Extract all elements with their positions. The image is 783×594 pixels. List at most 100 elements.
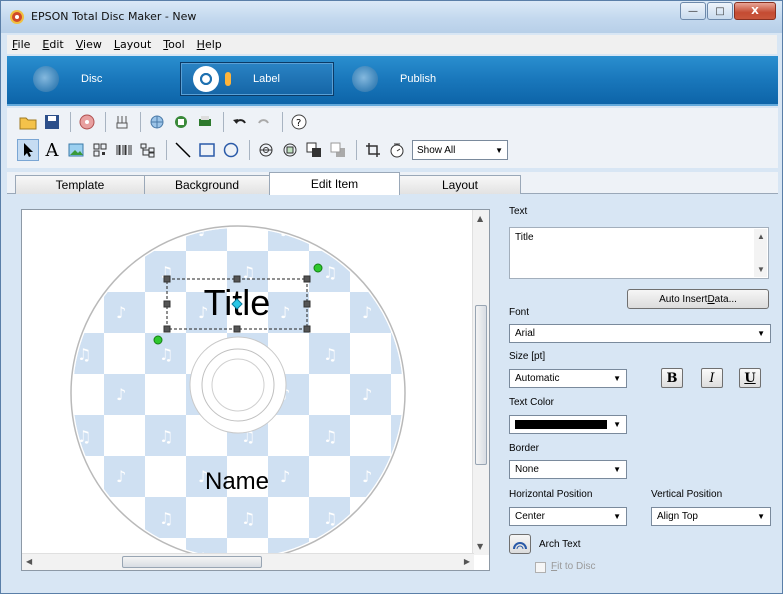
barcode-icon[interactable] <box>113 139 135 161</box>
menu-file[interactable]: File <box>7 38 37 51</box>
pen-icon <box>225 72 231 86</box>
font-label: Font <box>509 307 530 318</box>
vertical-position-value: Align Top <box>657 511 698 522</box>
tree-icon[interactable] <box>137 139 159 161</box>
auto-insert-data-button[interactable]: Auto Insert Data... <box>627 289 769 309</box>
toolbar-separator <box>223 112 224 132</box>
vertical-scrollbar[interactable]: ▲ ▼ <box>472 210 489 555</box>
mode-publish-label: Publish <box>400 73 437 85</box>
scroll-up-icon[interactable]: ▲ <box>477 214 483 223</box>
ellipse-tool-icon[interactable] <box>220 139 242 161</box>
tab-background[interactable]: Background <box>144 175 270 194</box>
menu-bar: File Edit View Layout Tool Help <box>7 35 777 54</box>
open-folder-icon[interactable] <box>17 111 39 133</box>
vertical-scroll-thumb[interactable] <box>475 305 487 465</box>
close-button[interactable]: X <box>734 2 776 20</box>
scroll-right-icon[interactable]: ▶ <box>464 557 470 566</box>
mode-publish-button[interactable]: Publish <box>352 62 436 96</box>
help-icon[interactable]: ? <box>288 111 310 133</box>
tab-layout[interactable]: Layout <box>399 175 521 194</box>
show-all-select[interactable]: Show All ▼ <box>412 140 508 160</box>
name-text-item[interactable]: Name <box>172 468 302 496</box>
edit-item-panel: Text Title ▲ ▼ Auto Insert Data... Font … <box>501 196 778 586</box>
horizontal-scroll-thumb[interactable] <box>122 556 262 568</box>
select-arrow-icon[interactable] <box>17 139 39 161</box>
label-canvas[interactable]: ♪ ♫ Title Name <box>21 209 490 571</box>
show-all-value: Show All <box>417 144 456 156</box>
menu-help[interactable]: Help <box>192 38 229 51</box>
mode-disc-label: Disc <box>81 73 103 85</box>
toolbar-separator <box>140 112 141 132</box>
chevron-down-icon: ▼ <box>757 512 765 521</box>
image-tool-icon[interactable] <box>65 139 87 161</box>
minimize-button[interactable]: — <box>680 2 706 20</box>
mode-label-button[interactable]: Label <box>180 62 334 96</box>
chevron-down-icon: ▼ <box>613 420 621 429</box>
line-tool-icon[interactable] <box>172 139 194 161</box>
text-color-select[interactable]: ▼ <box>509 415 627 434</box>
group-icon[interactable] <box>279 139 301 161</box>
chevron-down-icon: ▼ <box>613 465 621 474</box>
text-label: Text <box>509 206 528 217</box>
size-select[interactable]: Automatic ▼ <box>509 369 627 388</box>
app-logo-icon <box>10 10 24 24</box>
fit-to-disc-checkbox[interactable] <box>535 562 546 573</box>
menu-tool[interactable]: Tool <box>158 38 191 51</box>
rectangle-tool-icon[interactable] <box>196 139 218 161</box>
vertical-position-select[interactable]: Align Top ▼ <box>651 507 771 526</box>
maximize-button[interactable]: □ <box>707 2 733 20</box>
menu-edit[interactable]: Edit <box>37 38 70 51</box>
chevron-down-icon: ▼ <box>757 329 765 338</box>
draw-toolbar: A Show All ▼ <box>17 139 508 161</box>
qr-code-icon[interactable] <box>89 139 111 161</box>
rotate-icon[interactable] <box>386 139 408 161</box>
undo-icon[interactable] <box>229 111 251 133</box>
scroll-down-icon[interactable]: ▼ <box>477 542 483 551</box>
toolbar-separator <box>282 112 283 132</box>
svg-text:?: ? <box>296 118 301 129</box>
print-layout-icon[interactable] <box>170 111 192 133</box>
vertical-position-label: Vertical Position <box>651 489 723 500</box>
text-scrollbar[interactable]: ▲ ▼ <box>754 229 767 277</box>
disc-mode-icon <box>33 66 59 92</box>
app-window: EPSON Total Disc Maker - New — □ X File … <box>0 0 783 594</box>
title-text-item[interactable]: Title <box>167 278 307 328</box>
horizontal-scrollbar[interactable]: ◀ ▶ <box>22 553 474 570</box>
tab-edit-item[interactable]: Edit Item <box>269 172 400 195</box>
redo-icon[interactable] <box>253 111 275 133</box>
crop-icon[interactable] <box>362 139 384 161</box>
tab-strip: Template Background Edit Item Layout <box>7 172 778 195</box>
font-value: Arial <box>515 328 536 339</box>
save-icon[interactable] <box>41 111 63 133</box>
arch-text-label: Arch Text <box>539 539 581 550</box>
font-select[interactable]: Arial ▼ <box>509 324 771 343</box>
text-input-value: Title <box>515 232 534 243</box>
send-back-icon[interactable] <box>327 139 349 161</box>
scroll-left-icon[interactable]: ◀ <box>26 557 32 566</box>
menu-view[interactable]: View <box>71 38 109 51</box>
mode-disc-button[interactable]: Disc <box>33 62 102 96</box>
publish-mode-icon <box>352 66 378 92</box>
text-tool-icon[interactable]: A <box>41 139 63 161</box>
border-select[interactable]: None ▼ <box>509 460 627 479</box>
disc-icon[interactable] <box>76 111 98 133</box>
color-swatch <box>515 420 607 429</box>
text-color-label: Text Color <box>509 397 555 408</box>
disc-ring-icon[interactable] <box>255 139 277 161</box>
tools-icon[interactable] <box>111 111 133 133</box>
tab-template[interactable]: Template <box>15 175 145 194</box>
arch-text-button[interactable] <box>509 534 531 554</box>
horizontal-position-select[interactable]: Center ▼ <box>509 507 627 526</box>
bring-front-icon[interactable] <box>303 139 325 161</box>
border-label: Border <box>509 443 540 454</box>
underline-button[interactable]: U <box>739 368 761 388</box>
printer-icon[interactable] <box>194 111 216 133</box>
border-value: None <box>515 464 539 475</box>
bold-button[interactable]: B <box>661 368 683 388</box>
menu-layout[interactable]: Layout <box>109 38 158 51</box>
main-toolbar: ? <box>17 111 312 133</box>
globe-icon[interactable] <box>146 111 168 133</box>
italic-button[interactable]: I <box>701 368 723 388</box>
mode-bar: Disc Label Publish <box>7 56 778 106</box>
text-input[interactable]: Title ▲ ▼ <box>509 227 769 279</box>
